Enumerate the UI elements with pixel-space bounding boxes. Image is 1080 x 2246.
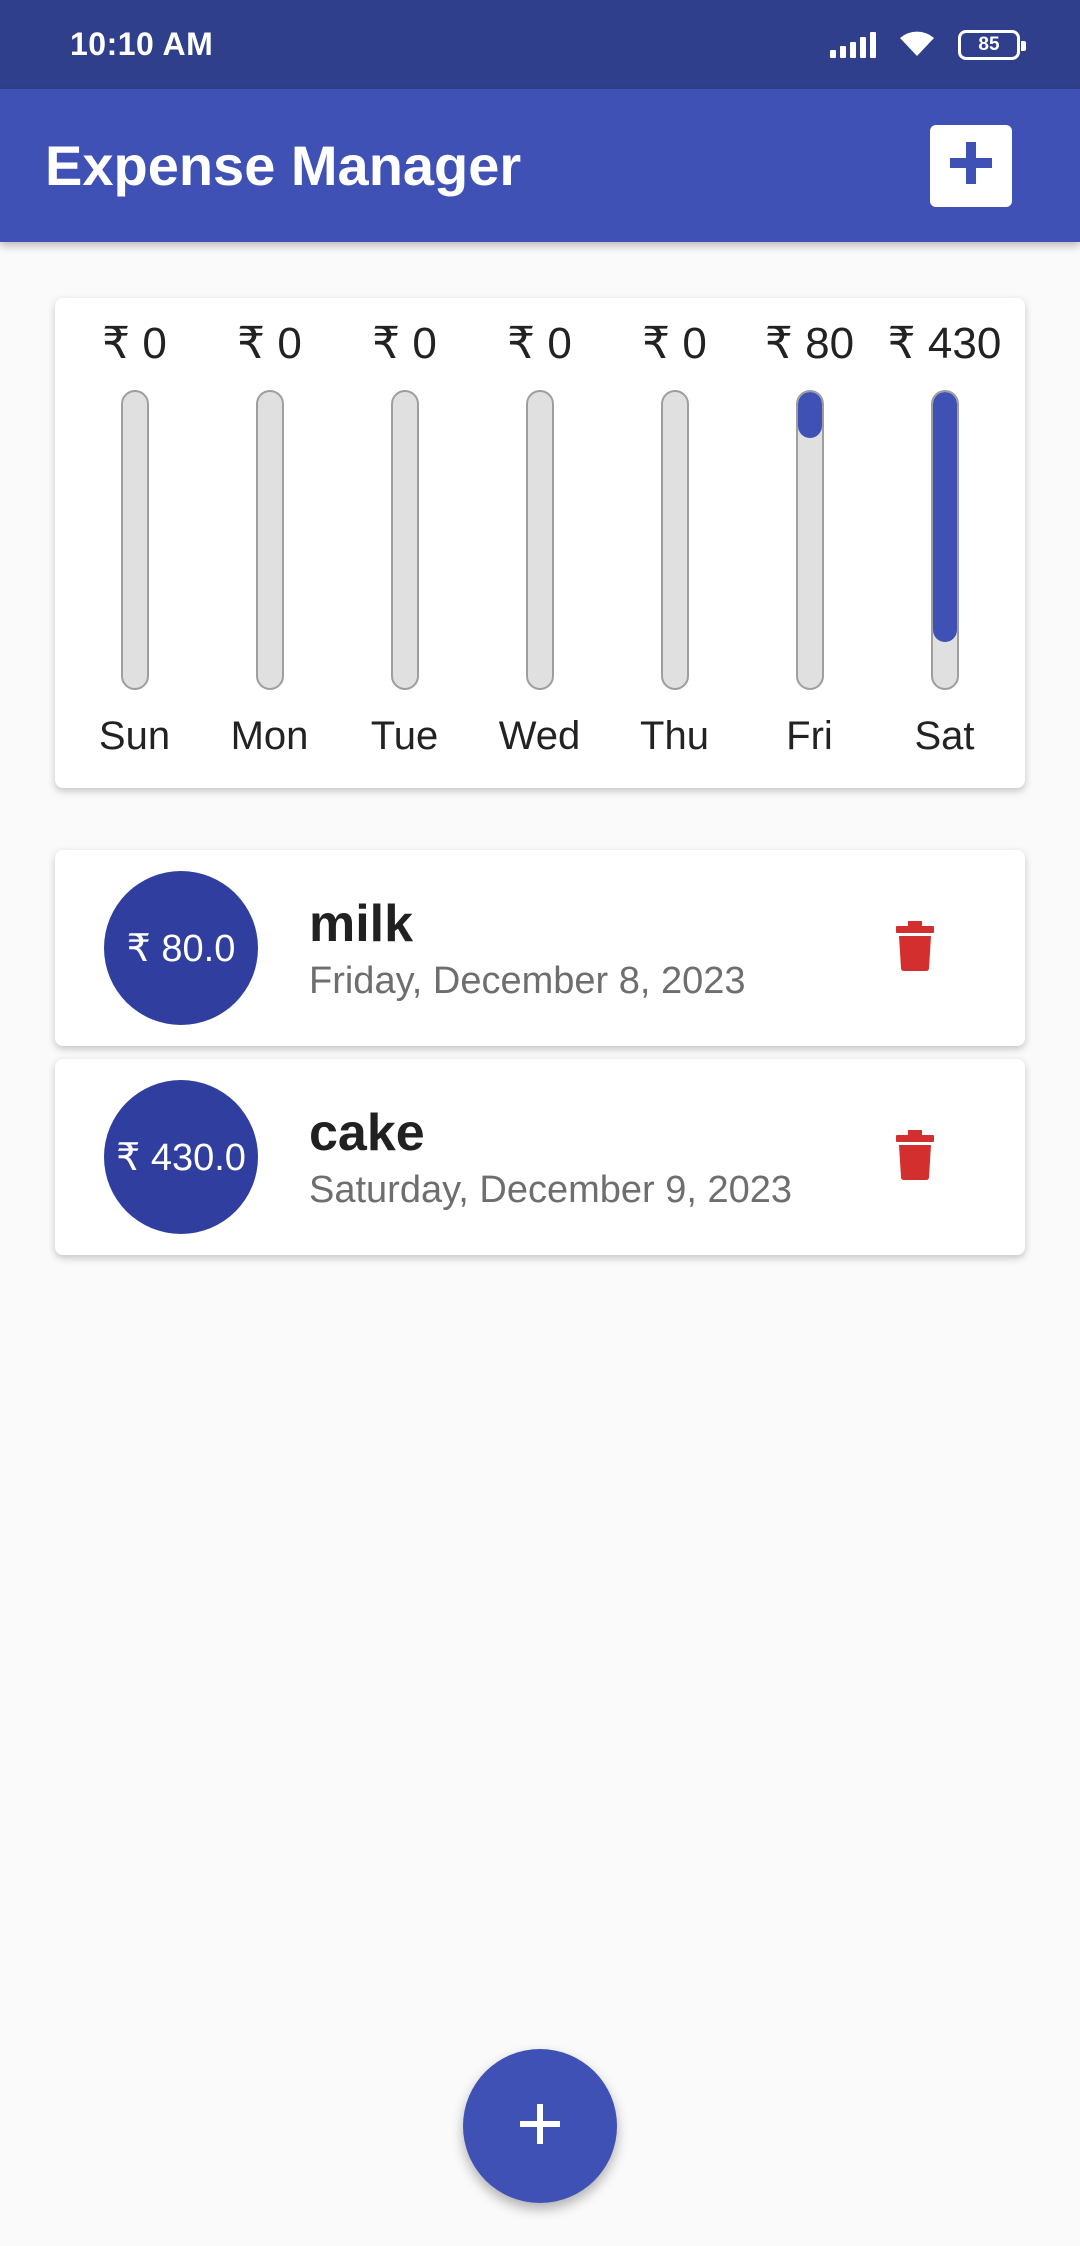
chart-bar-track (255, 390, 284, 690)
chart-day-thu: ₹ 0 Thu (607, 298, 742, 788)
chart-amount-label: ₹ 0 (642, 319, 707, 368)
chart-amount-label: ₹ 430 (887, 319, 1002, 368)
plus-icon (946, 138, 996, 193)
chart-bar-track (660, 390, 689, 690)
delete-button[interactable] (885, 1127, 945, 1187)
chart-day-fri: ₹ 80 Fri (742, 298, 877, 788)
chart-day-mon: ₹ 0 Mon (202, 298, 337, 788)
status-icons: 85 (830, 26, 1026, 63)
chart-bar (797, 392, 822, 439)
chart-bar-track (120, 390, 149, 690)
chart-day-sat: ₹ 430 Sat (877, 298, 1012, 788)
status-time: 10:10 AM (70, 26, 214, 62)
add-expense-button[interactable] (930, 124, 1012, 207)
chart-bar-track (795, 390, 824, 690)
trash-icon (896, 1129, 934, 1185)
transaction-title: milk (309, 894, 414, 953)
app-title: Expense Manager (45, 134, 522, 197)
chart-bar-track (525, 390, 554, 690)
add-expense-fab[interactable] (463, 2049, 617, 2203)
chart-day-label: Tue (370, 714, 439, 758)
transaction-date: Friday, December 8, 2023 (309, 959, 746, 1002)
battery-level: 85 (978, 33, 1000, 55)
chart-day-sun: ₹ 0 Sun (67, 298, 202, 788)
amount-avatar: ₹ 430.0 (104, 1080, 258, 1234)
transaction-amount: ₹ 430.0 (116, 1136, 246, 1179)
plus-icon (516, 2100, 564, 2153)
chart-day-label: Sun (98, 714, 171, 758)
battery-icon: 85 (958, 29, 1026, 60)
signal-icon (830, 31, 876, 58)
weekly-chart-card: ₹ 0 Sun ₹ 0 Mon ₹ 0 Tue ₹ 0 Wed ₹ 0 Thu ₹ 80 Fri ₹ 4… (55, 298, 1025, 788)
delete-button[interactable] (885, 918, 945, 978)
chart-day-tue: ₹ 0 Tue (337, 298, 472, 788)
chart-day-label: Thu (640, 714, 709, 758)
amount-avatar: ₹ 80.0 (104, 871, 258, 1025)
transaction-date: Saturday, December 9, 2023 (309, 1168, 793, 1211)
chart-bar-track (390, 390, 419, 690)
weekly-bar-chart: ₹ 0 Sun ₹ 0 Mon ₹ 0 Tue ₹ 0 Wed ₹ 0 Thu ₹ 80 Fri ₹ 4… (55, 298, 1025, 788)
chart-day-label: Wed (498, 714, 581, 758)
chart-amount-label: ₹ 0 (237, 319, 302, 368)
transaction-title: cake (309, 1103, 425, 1162)
transaction-item: ₹ 80.0 milk Friday, December 8, 2023 (55, 850, 1025, 1046)
status-bar: 10:10 AM 85 (0, 0, 1080, 89)
transaction-item: ₹ 430.0 cake Saturday, December 9, 2023 (55, 1059, 1025, 1255)
chart-bar (932, 392, 957, 642)
chart-amount-label: ₹ 0 (507, 319, 572, 368)
chart-day-label: Sat (914, 714, 975, 758)
chart-amount-label: ₹ 0 (102, 319, 167, 368)
chart-day-wed: ₹ 0 Wed (472, 298, 607, 788)
transaction-amount: ₹ 80.0 (126, 927, 236, 970)
chart-day-label: Mon (230, 714, 309, 758)
chart-amount-label: ₹ 0 (372, 319, 437, 368)
chart-bar-track (930, 390, 959, 690)
wifi-icon (896, 26, 938, 63)
trash-icon (896, 920, 934, 976)
app-bar: Expense Manager (0, 89, 1080, 242)
chart-day-label: Fri (786, 714, 833, 758)
chart-amount-label: ₹ 80 (764, 319, 855, 368)
